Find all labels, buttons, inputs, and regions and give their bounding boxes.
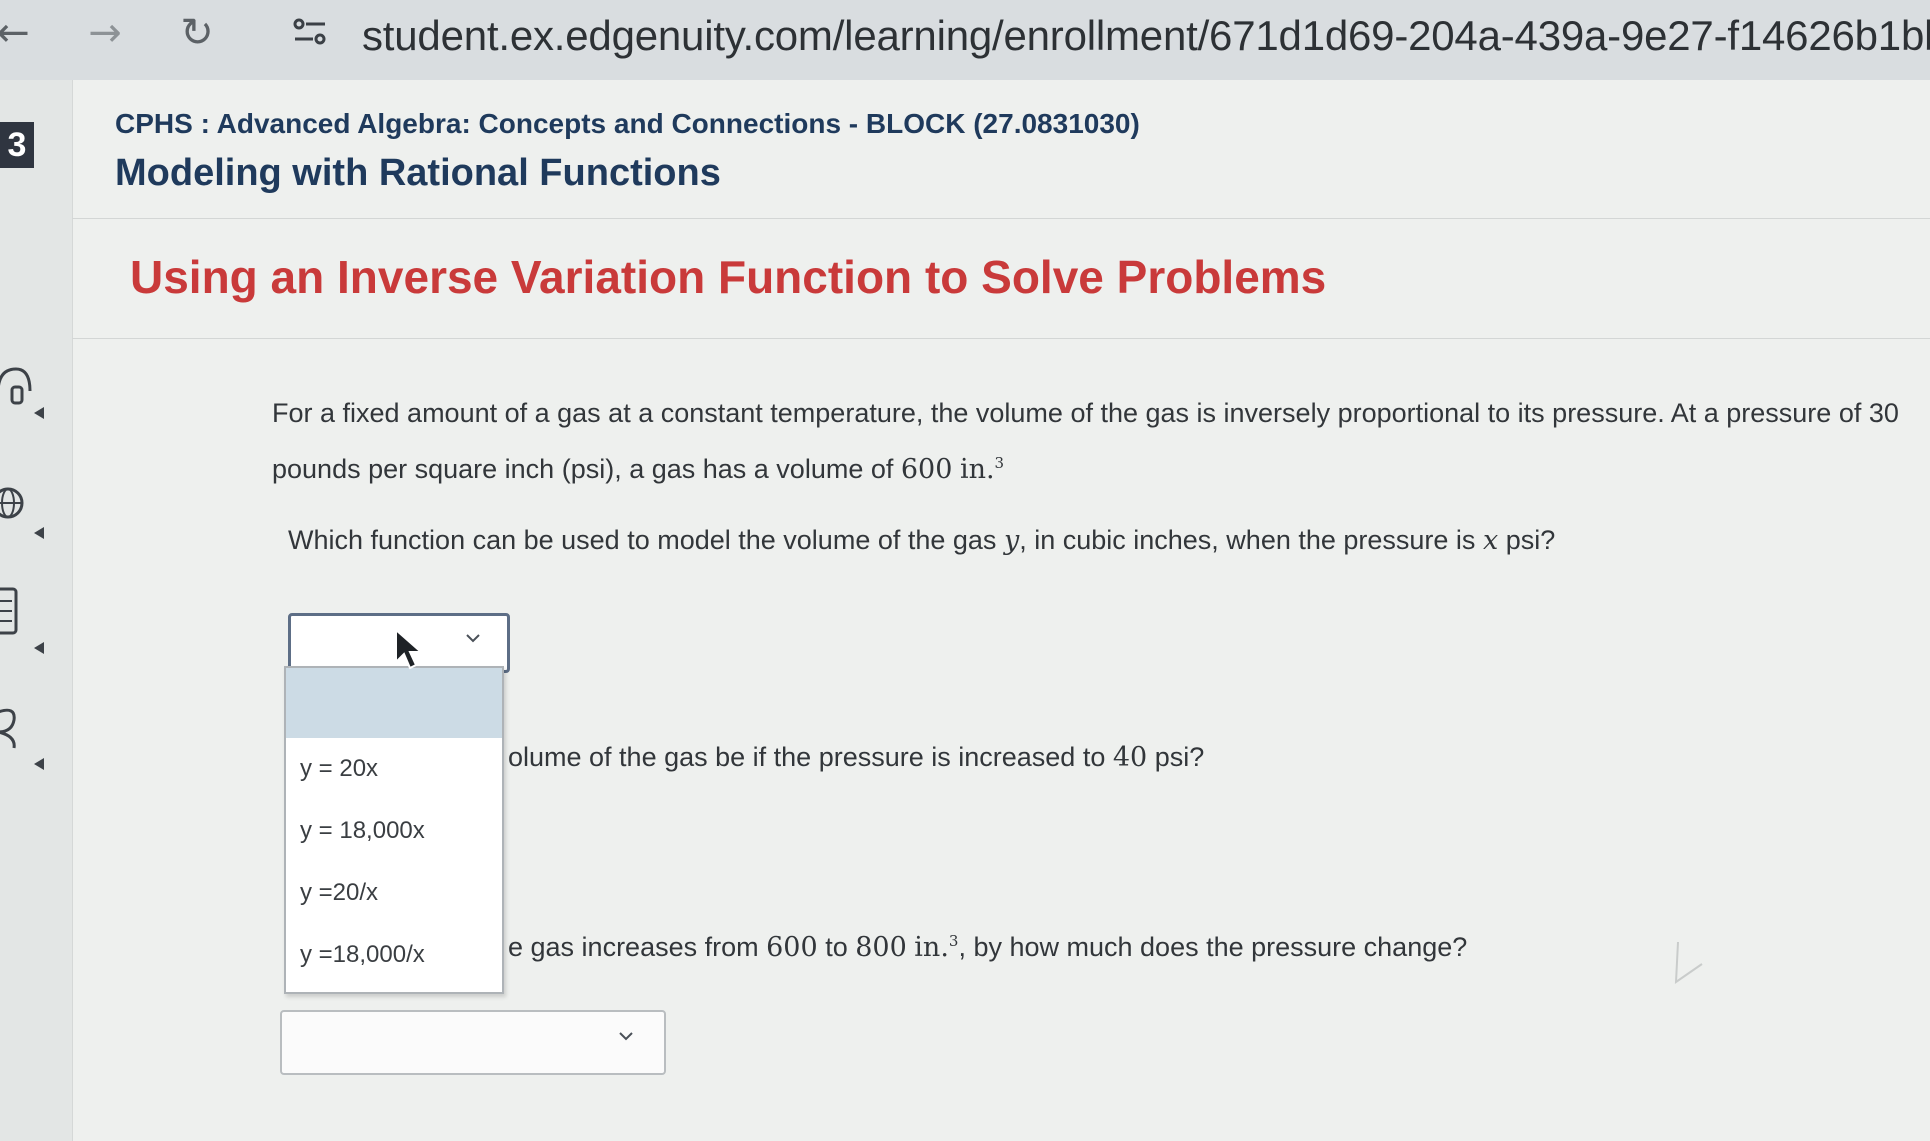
activity-divider [72,338,1930,339]
notes-tool[interactable] [0,583,54,643]
mouse-cursor-icon [395,628,424,670]
notes-expand-arrow[interactable] [34,642,44,654]
question-2-text-b: psi? [1154,742,1205,772]
function-dropdown-list: y = 20x y = 18,000x y =20/x y =18,000/x [284,666,504,994]
lesson-title: Modeling with Rational Functions [115,152,721,194]
volume-from: 600 [766,932,818,963]
headphones-tool[interactable] [0,358,54,418]
question-1-text-c: psi? [1505,525,1556,555]
dropdown-option-blank[interactable] [286,668,502,738]
dropdown-option[interactable]: y =20/x [286,862,502,924]
chevron-down-icon [466,634,480,643]
dropdown-option[interactable]: y = 20x [286,738,502,800]
lesson-number-badge: 3 [0,122,34,168]
arrow-left-icon: ← [0,10,30,56]
back-button[interactable]: ← [0,8,38,58]
chevron-down-icon [619,1032,633,1041]
formula-icon [0,708,16,749]
dropdown-option[interactable]: y = 18,000x [286,800,502,862]
volume-exponent: 3 [994,454,1005,472]
headphones-expand-arrow[interactable] [34,407,44,419]
left-toolbar: 3 [0,80,73,1141]
question-1: Which function can be used to model the … [288,525,1555,556]
volume-unit-2: in. [914,932,949,963]
volume-value: 600 [900,454,953,485]
translate-tool[interactable] [0,476,54,536]
question-1-text-b: , in cubic inches, when the pressure is [1019,525,1476,555]
question-3-to: to [825,932,848,962]
formula-expand-arrow[interactable] [34,758,44,770]
browser-toolbar: ← → ↻ student.ex.edgenuity.com/learning/… [0,0,1930,80]
question-2-text: olume of the gas be if the pressure is i… [508,742,1106,772]
question-3: e gas increases from 600 to 800 in.3, by… [508,932,1467,963]
notepad-icon [0,587,18,635]
volume-unit: in. [959,454,995,485]
translate-expand-arrow[interactable] [34,527,44,539]
formula-tool[interactable] [0,700,54,760]
forward-button[interactable]: → [80,8,130,58]
question-1-text: Which function can be used to model the … [288,525,997,555]
course-title: CPHS : Advanced Algebra: Concepts and Co… [115,108,1140,139]
volume-to: 800 [855,932,907,963]
question-3-text: e gas increases from [508,932,759,962]
reload-button[interactable]: ↻ [172,8,222,58]
arrow-right-icon: → [88,10,122,56]
headphones-icon [0,367,32,405]
globe-icon [0,487,24,519]
question-3-text-b: , by how much does the pressure change? [958,932,1468,962]
pressure-change-dropdown[interactable] [280,1010,666,1075]
activity-title: Using an Inverse Variation Function to S… [130,251,1327,303]
address-bar[interactable]: student.ex.edgenuity.com/learning/enroll… [362,12,1930,60]
variable-y: y [1003,525,1020,556]
header-divider [72,218,1930,219]
question-2: olume of the gas be if the pressure is i… [508,742,1204,773]
site-settings-icon [293,18,326,45]
variable-x: x [1482,525,1499,556]
problem-text: For a fixed amount of a gas at a constan… [272,398,1899,484]
dropdown-option[interactable]: y =18,000/x [286,924,502,986]
pen-mark-icon [1674,941,1703,984]
pressure-value: 40 [1112,742,1148,773]
reload-icon: ↻ [180,10,214,56]
problem-statement: For a fixed amount of a gas at a constan… [272,388,1902,495]
site-info-button[interactable] [290,12,330,52]
